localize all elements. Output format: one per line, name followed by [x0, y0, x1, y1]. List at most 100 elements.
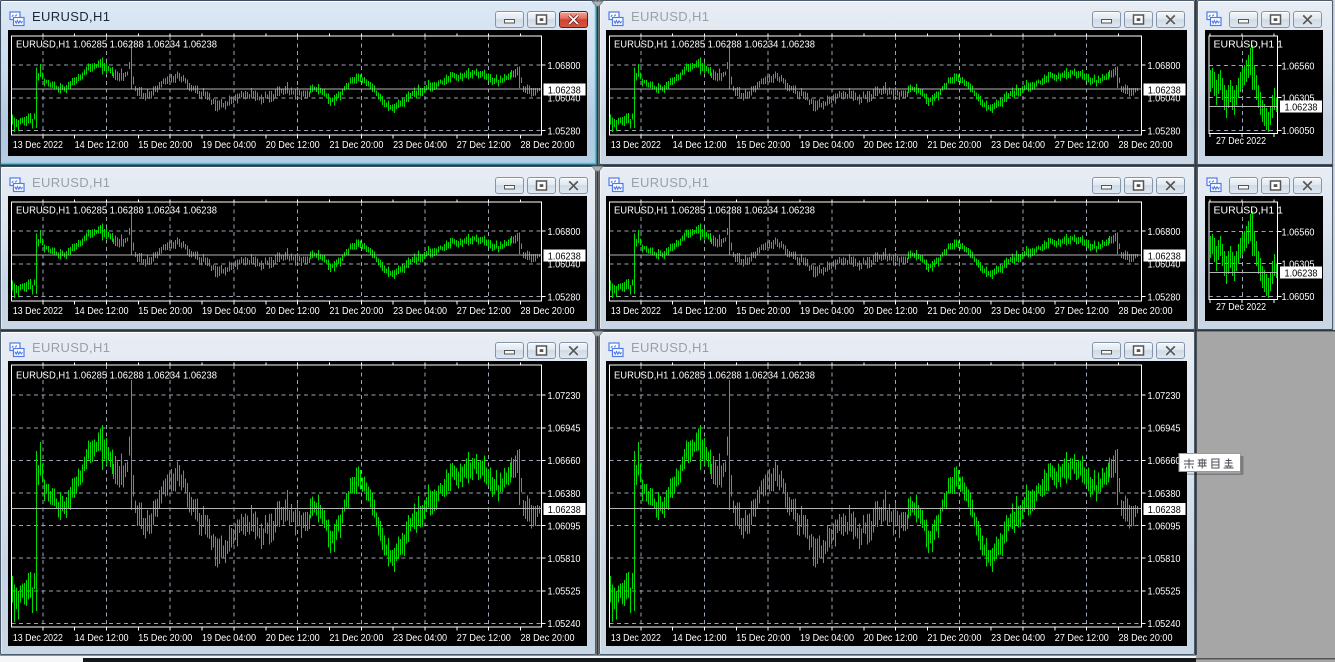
svg-text:28 Dec 20:00: 28 Dec 20:00 — [521, 305, 575, 317]
svg-text:28 Dec 20:00: 28 Dec 20:00 — [1119, 139, 1173, 151]
svg-text:14 Dec 12:00: 14 Dec 12:00 — [75, 139, 129, 151]
svg-text:27 Dec 12:00: 27 Dec 12:00 — [1055, 632, 1109, 644]
svg-text:1.06095: 1.06095 — [1148, 520, 1181, 532]
svg-text:1.06380: 1.06380 — [548, 488, 581, 500]
svg-text:1.06800: 1.06800 — [1148, 226, 1181, 238]
svg-text:15 Dec 20:00: 15 Dec 20:00 — [736, 139, 790, 151]
svg-text:1.06095: 1.06095 — [548, 520, 581, 532]
svg-text:1.06238: 1.06238 — [548, 84, 581, 96]
svg-text:21 Dec 20:00: 21 Dec 20:00 — [927, 632, 981, 644]
svg-text:20 Dec 12:00: 20 Dec 12:00 — [864, 139, 918, 151]
svg-text:EURUSD,H1 1.06285 1.06288 1.0: EURUSD,H1 1.06285 1.06288 1.06234 1.0623… — [614, 38, 815, 50]
svg-text:1.07230: 1.07230 — [1148, 390, 1181, 402]
svg-text:20 Dec 12:00: 20 Dec 12:00 — [864, 305, 918, 317]
svg-text:21 Dec 20:00: 21 Dec 20:00 — [329, 305, 383, 317]
svg-text:1.05240: 1.05240 — [1148, 618, 1181, 630]
svg-text:19 Dec 04:00: 19 Dec 04:00 — [202, 632, 256, 644]
svg-text:21 Dec 20:00: 21 Dec 20:00 — [329, 139, 383, 151]
svg-text:1.06380: 1.06380 — [1148, 488, 1181, 500]
svg-text:19 Dec 04:00: 19 Dec 04:00 — [800, 632, 854, 644]
svg-text:13 Dec 2022: 13 Dec 2022 — [611, 632, 661, 644]
svg-text:1.06660: 1.06660 — [1148, 455, 1181, 467]
svg-text:15 Dec 20:00: 15 Dec 20:00 — [138, 632, 192, 644]
svg-text:13 Dec 2022: 13 Dec 2022 — [13, 632, 63, 644]
svg-text:1.05810: 1.05810 — [548, 553, 581, 565]
svg-text:21 Dec 20:00: 21 Dec 20:00 — [927, 305, 981, 317]
svg-text:EURUSD,H1 1.06285 1.06288 1.0: EURUSD,H1 1.06285 1.06288 1.06234 1.0623… — [614, 204, 815, 216]
svg-text:EURUSD,H1 1: EURUSD,H1 1 — [1214, 38, 1284, 50]
svg-text:1.05525: 1.05525 — [1148, 586, 1181, 598]
svg-text:13 Dec 2022: 13 Dec 2022 — [611, 139, 661, 151]
svg-text:27 Dec 12:00: 27 Dec 12:00 — [457, 632, 511, 644]
svg-text:1.06945: 1.06945 — [548, 423, 581, 435]
svg-text:23 Dec 04:00: 23 Dec 04:00 — [393, 632, 447, 644]
svg-text:13 Dec 2022: 13 Dec 2022 — [13, 139, 63, 151]
svg-text:15 Dec 20:00: 15 Dec 20:00 — [736, 305, 790, 317]
svg-text:1.06560: 1.06560 — [1282, 226, 1315, 238]
svg-text:20 Dec 12:00: 20 Dec 12:00 — [864, 632, 918, 644]
svg-text:EURUSD,H1 1.06285 1.06288 1.0: EURUSD,H1 1.06285 1.06288 1.06234 1.0623… — [614, 369, 815, 381]
svg-text:15 Dec 20:00: 15 Dec 20:00 — [736, 632, 790, 644]
svg-text:27 Dec 2022: 27 Dec 2022 — [1216, 135, 1266, 147]
svg-text:27 Dec 12:00: 27 Dec 12:00 — [457, 139, 511, 151]
svg-text:1.05240: 1.05240 — [548, 618, 581, 630]
svg-text:1.05280: 1.05280 — [548, 291, 581, 303]
svg-text:1.06050: 1.06050 — [1282, 291, 1315, 303]
svg-text:1.06238: 1.06238 — [1148, 504, 1181, 516]
svg-text:23 Dec 04:00: 23 Dec 04:00 — [991, 139, 1045, 151]
svg-text:20 Dec 12:00: 20 Dec 12:00 — [266, 139, 320, 151]
svg-text:1.05810: 1.05810 — [1148, 553, 1181, 565]
svg-text:1.06238: 1.06238 — [548, 504, 581, 516]
svg-text:27 Dec 12:00: 27 Dec 12:00 — [1055, 305, 1109, 317]
svg-text:1.06050: 1.06050 — [1282, 125, 1315, 137]
svg-text:23 Dec 04:00: 23 Dec 04:00 — [991, 632, 1045, 644]
svg-text:14 Dec 12:00: 14 Dec 12:00 — [673, 305, 727, 317]
svg-text:14 Dec 12:00: 14 Dec 12:00 — [75, 632, 129, 644]
svg-text:28 Dec 20:00: 28 Dec 20:00 — [1119, 305, 1173, 317]
svg-text:1.05280: 1.05280 — [1148, 125, 1181, 137]
svg-text:20 Dec 12:00: 20 Dec 12:00 — [266, 632, 320, 644]
svg-text:14 Dec 12:00: 14 Dec 12:00 — [673, 139, 727, 151]
svg-text:15 Dec 20:00: 15 Dec 20:00 — [138, 139, 192, 151]
svg-text:13 Dec 2022: 13 Dec 2022 — [611, 305, 661, 317]
svg-text:28 Dec 20:00: 28 Dec 20:00 — [521, 139, 575, 151]
svg-text:15 Dec 20:00: 15 Dec 20:00 — [138, 305, 192, 317]
svg-text:27 Dec 12:00: 27 Dec 12:00 — [457, 305, 511, 317]
svg-text:19 Dec 04:00: 19 Dec 04:00 — [202, 139, 256, 151]
svg-text:1.06660: 1.06660 — [548, 455, 581, 467]
svg-text:1.06238: 1.06238 — [1285, 268, 1318, 280]
svg-text:27 Dec 2022: 27 Dec 2022 — [1216, 301, 1266, 313]
svg-text:1.06800: 1.06800 — [548, 60, 581, 72]
svg-text:13 Dec 2022: 13 Dec 2022 — [13, 305, 63, 317]
svg-text:27 Dec 12:00: 27 Dec 12:00 — [1055, 139, 1109, 151]
svg-text:28 Dec 20:00: 28 Dec 20:00 — [1119, 632, 1173, 644]
svg-text:1.06560: 1.06560 — [1282, 60, 1315, 72]
svg-text:21 Dec 20:00: 21 Dec 20:00 — [927, 139, 981, 151]
svg-text:1.06945: 1.06945 — [1148, 423, 1181, 435]
svg-text:1.05525: 1.05525 — [548, 586, 581, 598]
svg-text:EURUSD,H1 1.06285 1.06288 1.0: EURUSD,H1 1.06285 1.06288 1.06234 1.0623… — [16, 38, 217, 50]
svg-text:1.06238: 1.06238 — [1285, 102, 1318, 114]
svg-text:1.06238: 1.06238 — [548, 250, 581, 262]
svg-text:23 Dec 04:00: 23 Dec 04:00 — [393, 139, 447, 151]
svg-text:EURUSD,H1 1: EURUSD,H1 1 — [1214, 204, 1284, 216]
svg-text:1.06800: 1.06800 — [1148, 60, 1181, 72]
svg-text:1.06238: 1.06238 — [1148, 84, 1181, 96]
svg-text:14 Dec 12:00: 14 Dec 12:00 — [75, 305, 129, 317]
svg-text:28 Dec 20:00: 28 Dec 20:00 — [521, 632, 575, 644]
svg-text:23 Dec 04:00: 23 Dec 04:00 — [991, 305, 1045, 317]
svg-text:23 Dec 04:00: 23 Dec 04:00 — [393, 305, 447, 317]
svg-text:21 Dec 20:00: 21 Dec 20:00 — [329, 632, 383, 644]
svg-text:EURUSD,H1 1.06285 1.06288 1.0: EURUSD,H1 1.06285 1.06288 1.06234 1.0623… — [16, 369, 217, 381]
svg-text:1.07230: 1.07230 — [548, 390, 581, 402]
svg-text:19 Dec 04:00: 19 Dec 04:00 — [800, 139, 854, 151]
svg-text:1.05280: 1.05280 — [1148, 291, 1181, 303]
svg-text:20 Dec 12:00: 20 Dec 12:00 — [266, 305, 320, 317]
svg-text:14 Dec 12:00: 14 Dec 12:00 — [673, 632, 727, 644]
svg-text:1.05280: 1.05280 — [548, 125, 581, 137]
svg-text:19 Dec 04:00: 19 Dec 04:00 — [202, 305, 256, 317]
svg-text:1.06800: 1.06800 — [548, 226, 581, 238]
svg-text:19 Dec 04:00: 19 Dec 04:00 — [800, 305, 854, 317]
svg-text:1.06238: 1.06238 — [1148, 250, 1181, 262]
svg-text:EURUSD,H1 1.06285 1.06288 1.0: EURUSD,H1 1.06285 1.06288 1.06234 1.0623… — [16, 204, 217, 216]
